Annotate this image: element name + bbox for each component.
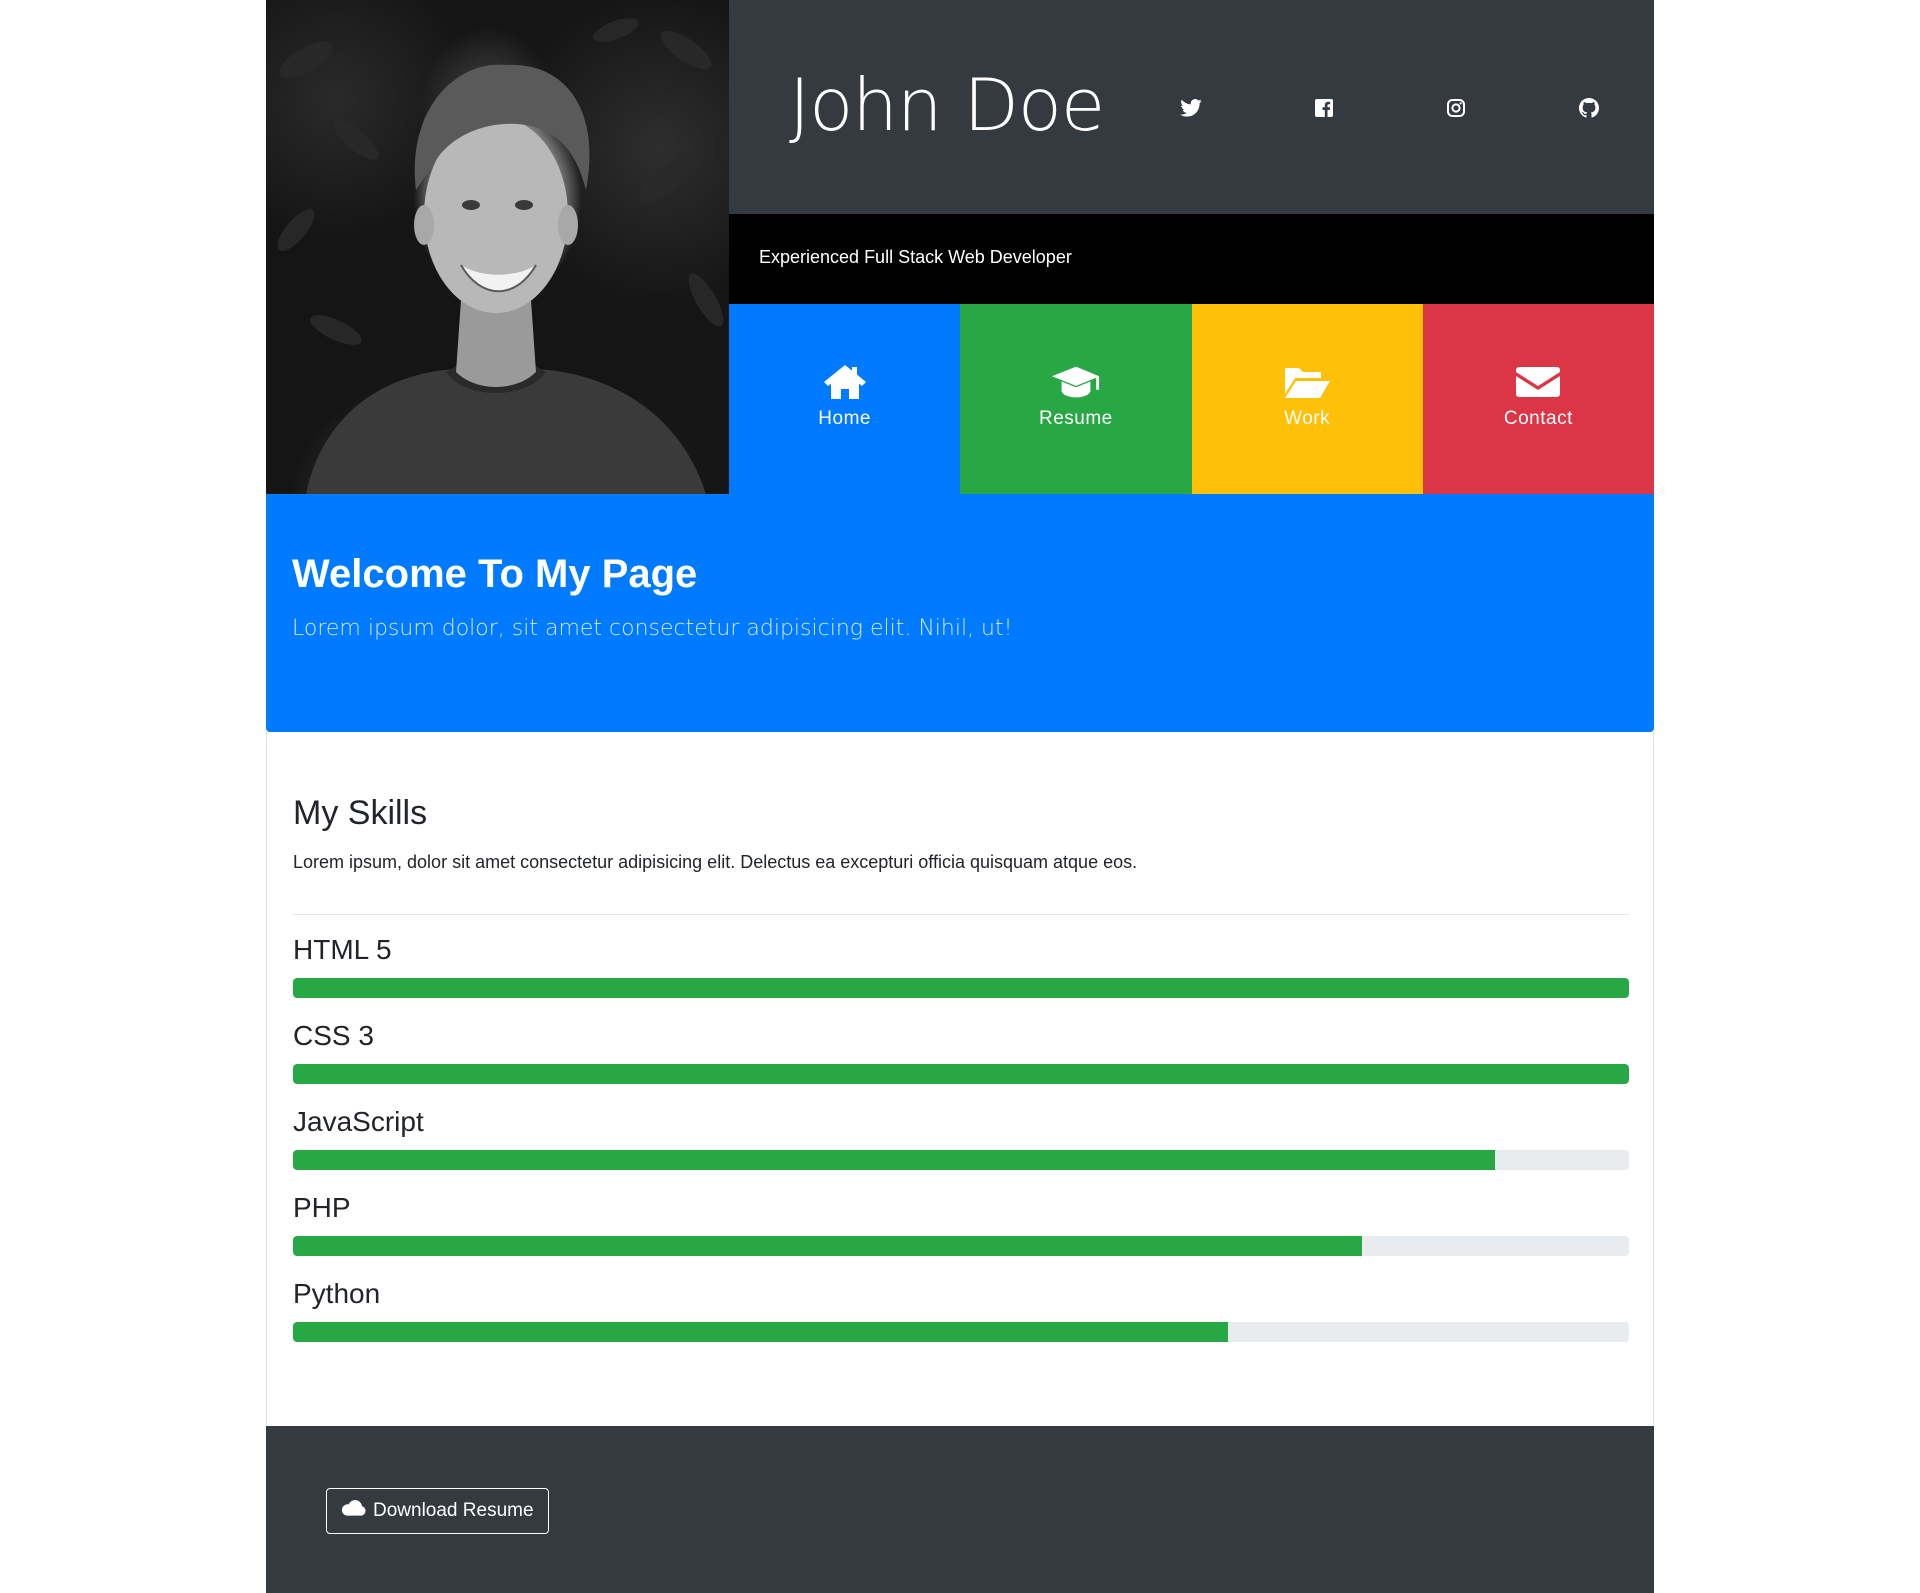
download-resume-label: Download Resume xyxy=(373,1500,534,1521)
welcome-title: Welcome To My Page xyxy=(292,552,698,596)
skill-progress-track xyxy=(293,978,1629,998)
nav-tiles: Home Resume Work Contact xyxy=(729,304,1654,494)
skill-progress-track xyxy=(293,1236,1629,1256)
skill-javascript: JavaScript xyxy=(293,1104,1629,1170)
name-heading: John Doe xyxy=(789,63,1105,147)
folder-open-icon xyxy=(1282,362,1332,402)
nav-label-work: Work xyxy=(1284,408,1331,429)
welcome-jumbotron: Welcome To My Page Lorem ipsum dolor, si… xyxy=(266,494,1654,732)
envelope-icon xyxy=(1513,362,1563,402)
tagline-bar: Experienced Full Stack Web Developer xyxy=(729,214,1654,304)
skills-description: Lorem ipsum, dolor sit amet consectetur … xyxy=(293,852,1138,872)
skill-progress-fill xyxy=(293,1150,1496,1170)
instagram-icon[interactable] xyxy=(1442,94,1470,122)
nav-tile-home[interactable]: Home xyxy=(729,304,961,494)
skill-php: PHP xyxy=(293,1190,1629,1256)
nav-label-home: Home xyxy=(818,408,871,429)
skill-progress-track xyxy=(293,1322,1629,1342)
nav-label-resume: Resume xyxy=(1039,408,1113,429)
skill-name: PHP xyxy=(293,1192,351,1223)
skill-name: HTML 5 xyxy=(293,934,392,965)
skill-python: Python xyxy=(293,1276,1629,1342)
github-icon[interactable] xyxy=(1575,94,1603,122)
skill-progress-fill xyxy=(293,1322,1229,1342)
home-icon xyxy=(820,362,870,402)
skill-progress-fill xyxy=(293,1236,1362,1256)
skill-progress-track xyxy=(293,1150,1629,1170)
nav-tile-work[interactable]: Work xyxy=(1191,304,1423,494)
skill-name: CSS 3 xyxy=(293,1020,374,1051)
skill-name: JavaScript xyxy=(293,1106,424,1137)
graduation-cap-icon xyxy=(1051,362,1101,402)
download-resume-button[interactable]: Download Resume xyxy=(326,1488,549,1534)
profile-photo xyxy=(266,0,729,494)
skill-css: CSS 3 xyxy=(293,1018,1629,1084)
skill-html: HTML 5 xyxy=(293,932,1629,998)
skill-progress-fill xyxy=(293,1064,1629,1084)
skill-name: Python xyxy=(293,1278,381,1309)
nav-tile-contact[interactable]: Contact xyxy=(1422,304,1654,494)
name-bar: John Doe xyxy=(729,0,1654,214)
skills-divider xyxy=(293,914,1629,915)
nav-tile-resume[interactable]: Resume xyxy=(960,304,1192,494)
skills-section: My Skills Lorem ipsum, dolor sit amet co… xyxy=(266,732,1654,1426)
tagline: Experienced Full Stack Web Developer xyxy=(759,247,1072,267)
skill-progress-track xyxy=(293,1064,1629,1084)
page: John Doe Experienced Full Stack Web Deve… xyxy=(266,0,1654,1593)
twitter-icon[interactable] xyxy=(1177,94,1205,122)
skills-title: My Skills xyxy=(293,794,428,832)
skill-progress-fill xyxy=(293,978,1629,998)
header-right: John Doe Experienced Full Stack Web Deve… xyxy=(729,0,1654,494)
welcome-lead: Lorem ipsum dolor, sit amet consectetur … xyxy=(292,616,1013,641)
facebook-icon[interactable] xyxy=(1310,94,1338,122)
cloud-icon xyxy=(341,1499,367,1523)
footer: Download Resume xyxy=(266,1426,1654,1593)
header: John Doe Experienced Full Stack Web Deve… xyxy=(266,0,1654,494)
nav-label-contact: Contact xyxy=(1503,408,1573,429)
